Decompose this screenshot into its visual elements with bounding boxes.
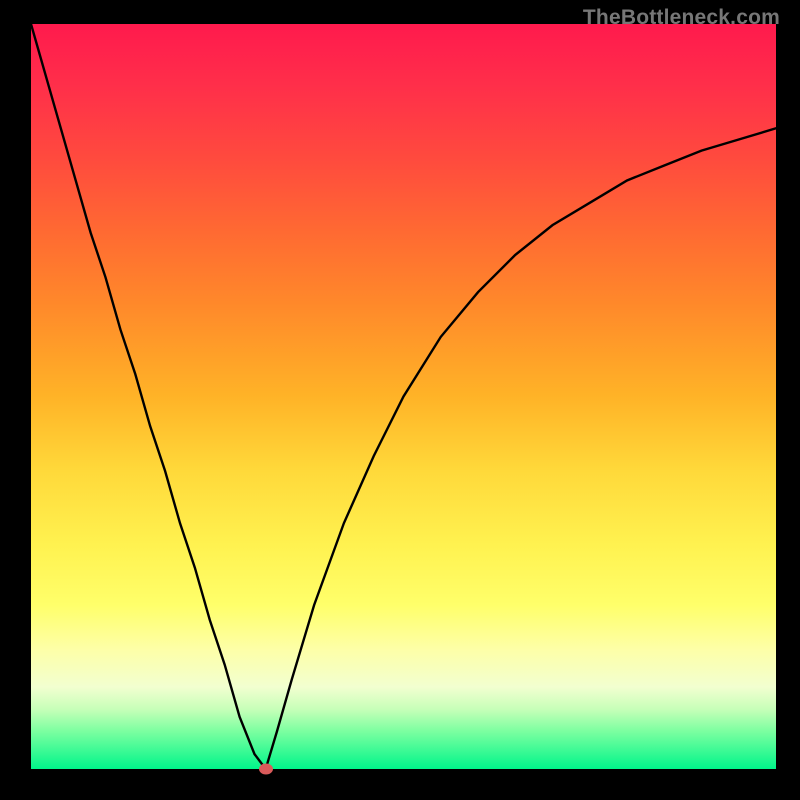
optimum-marker [259, 764, 273, 775]
plot-area [31, 24, 776, 769]
bottleneck-curve [31, 24, 776, 769]
chart-frame: TheBottleneck.com [0, 0, 800, 800]
curve-right-branch [266, 128, 776, 769]
curve-left-branch [31, 24, 266, 769]
